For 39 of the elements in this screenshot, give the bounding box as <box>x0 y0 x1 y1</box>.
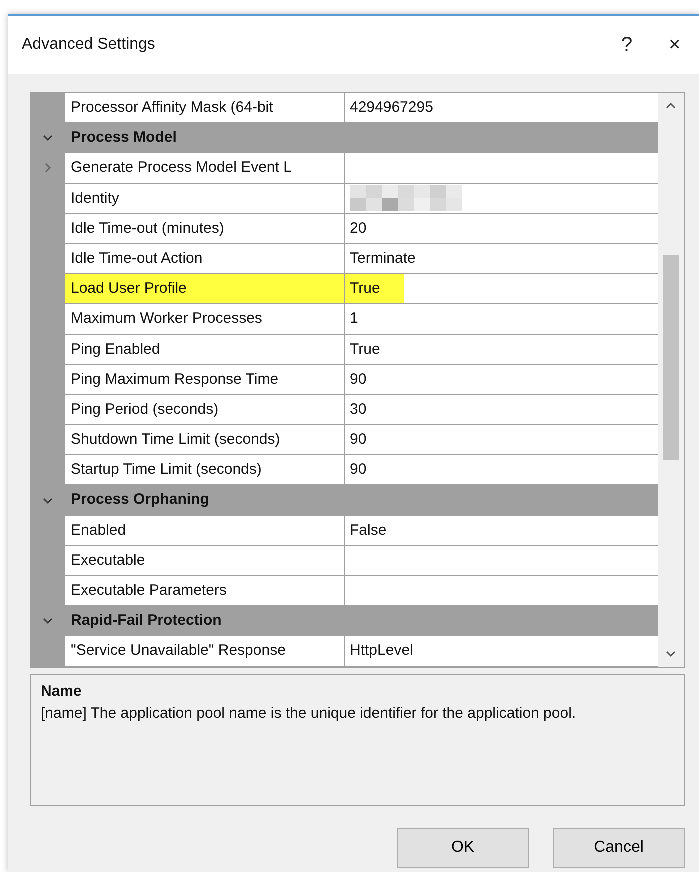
property-value[interactable]: True <box>345 334 404 364</box>
property-name[interactable]: Identity <box>65 184 345 214</box>
property-name[interactable]: "Service Unavailable" Response <box>65 636 345 667</box>
help-button[interactable]: ? <box>603 25 651 65</box>
property-name[interactable]: Shutdown Time Limit (seconds) <box>65 425 345 456</box>
property-name[interactable]: Generate Process Model Event L <box>65 153 345 184</box>
ok-button[interactable]: OK <box>397 828 529 868</box>
property-value[interactable]: 4294967295 <box>345 93 458 122</box>
property-value[interactable]: 90 <box>345 455 391 484</box>
property-name[interactable]: Ping Maximum Response Time <box>65 364 345 395</box>
property-name[interactable]: Ping Period (seconds) <box>65 394 345 426</box>
property-value[interactable]: Terminate <box>345 244 440 274</box>
property-name[interactable]: Idle Time-out (minutes) <box>65 214 345 244</box>
property-value[interactable]: 20 <box>345 214 391 243</box>
description-title: Name <box>41 682 83 702</box>
scrollbar-thumb[interactable] <box>663 255 679 460</box>
property-value[interactable]: 30 <box>345 394 391 424</box>
collapse-chevron-icon[interactable] <box>43 496 53 506</box>
category-header[interactable]: Process Orphaning <box>65 485 658 516</box>
collapse-chevron-icon[interactable] <box>43 616 53 626</box>
property-name[interactable]: Maximum Worker Processes <box>65 304 345 334</box>
cancel-button[interactable]: Cancel <box>553 828 685 868</box>
property-value[interactable]: HttpLevel <box>345 636 438 666</box>
property-name[interactable]: Enabled <box>65 516 345 546</box>
scrollbar[interactable] <box>658 93 684 667</box>
collapse-chevron-icon[interactable] <box>43 133 53 144</box>
property-name[interactable]: Ping Enabled <box>65 334 345 365</box>
property-value[interactable]: 90 <box>345 425 391 454</box>
property-value[interactable]: True <box>345 274 404 304</box>
close-button[interactable]: × <box>651 25 699 65</box>
property-name[interactable]: Executable <box>65 546 345 576</box>
property-value[interactable]: False <box>345 516 411 545</box>
property-value[interactable]: 90 <box>345 364 391 394</box>
window-title: Advanced Settings <box>22 35 156 55</box>
property-name[interactable]: Load User Profile <box>65 274 345 304</box>
description-text: [name] The application pool name is the unique identifier for the application pool. <box>41 704 578 724</box>
category-header[interactable]: Rapid-Fail Protection <box>65 606 658 636</box>
category-header[interactable]: Process Model <box>65 123 658 154</box>
property-value[interactable]: 1 <box>345 304 382 334</box>
